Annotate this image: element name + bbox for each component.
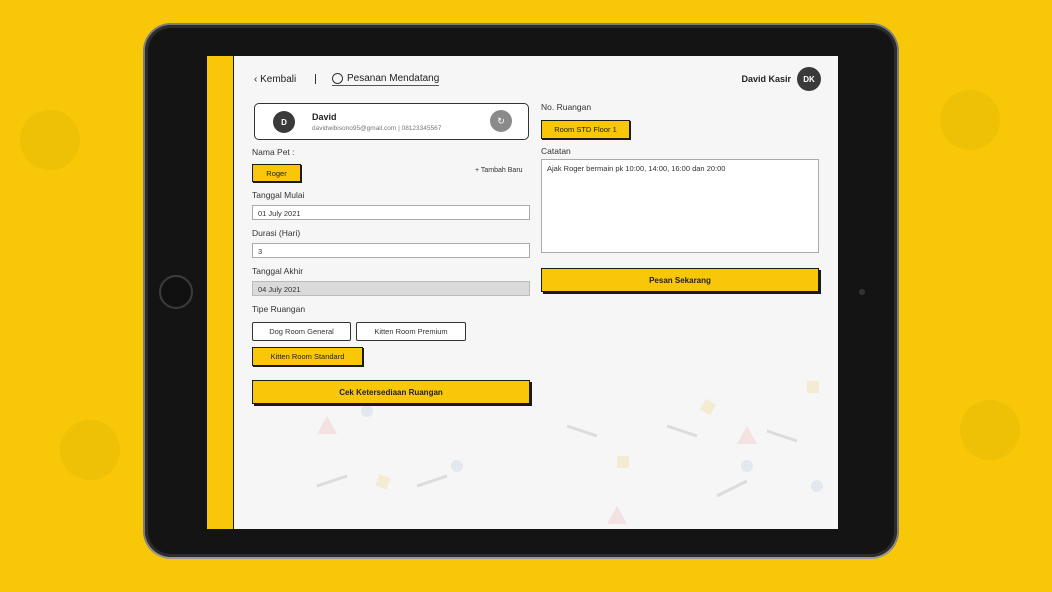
- room-type-kitten-premium[interactable]: Kitten Room Premium: [356, 322, 466, 341]
- customer-contact: davidwibisono95@gmail.com | 08123345567: [312, 125, 442, 132]
- end-date-field: 04 July 2021: [252, 281, 530, 296]
- paw-decoration: [940, 90, 1000, 150]
- camera-icon: [859, 289, 865, 295]
- side-strip: [207, 56, 234, 529]
- start-date-label: Tanggal Mulai: [252, 190, 305, 200]
- room-number-label: No. Ruangan: [541, 102, 592, 112]
- refresh-icon[interactable]: ↻: [490, 110, 512, 132]
- back-label: Kembali: [260, 74, 297, 85]
- pet-name-label: Nama Pet :: [252, 147, 295, 157]
- home-button[interactable]: [159, 275, 193, 309]
- notes-field[interactable]: Ajak Roger bermain pk 10:00, 14:00, 16:0…: [541, 159, 819, 253]
- check-availability-button[interactable]: Cek Ketersediaan Ruangan: [252, 380, 530, 404]
- paw-decoration: [20, 110, 80, 170]
- customer-avatar: D: [273, 111, 295, 133]
- upcoming-orders-link[interactable]: Pesanan Mendatang: [332, 73, 440, 86]
- customer-name: David: [312, 112, 337, 122]
- notes-label: Catatan: [541, 146, 571, 156]
- duration-label: Durasi (Hari): [252, 228, 301, 238]
- user-name: David Kasir: [741, 74, 791, 84]
- app-screen: ‹ Kembali Pesanan Mendatang David Kasir …: [207, 56, 838, 529]
- back-button[interactable]: ‹ Kembali: [254, 74, 296, 85]
- clock-icon: [332, 73, 343, 84]
- order-now-button[interactable]: Pesan Sekarang: [541, 268, 819, 292]
- room-type-label: Tipe Ruangan: [252, 304, 306, 314]
- user-avatar[interactable]: DK: [797, 67, 821, 91]
- room-type-kitten-standard[interactable]: Kitten Room Standard: [252, 347, 363, 366]
- paw-decoration: [960, 400, 1020, 460]
- room-type-dog-general[interactable]: Dog Room General: [252, 322, 351, 341]
- duration-field[interactable]: 3: [252, 243, 530, 258]
- room-number-option[interactable]: Room STD Floor 1: [541, 120, 630, 139]
- top-bar: ‹ Kembali Pesanan Mendatang David Kasir …: [254, 67, 821, 96]
- end-date-label: Tanggal Akhir: [252, 266, 304, 276]
- start-date-field[interactable]: 01 July 2021: [252, 205, 530, 220]
- divider: [315, 74, 316, 84]
- pet-option-roger[interactable]: Roger: [252, 164, 301, 182]
- add-new-pet-link[interactable]: + Tambah Baru: [475, 167, 523, 174]
- paw-decoration: [60, 420, 120, 480]
- page-title: Pesanan Mendatang: [347, 73, 440, 84]
- customer-card: D David davidwibisono95@gmail.com | 0812…: [254, 103, 529, 140]
